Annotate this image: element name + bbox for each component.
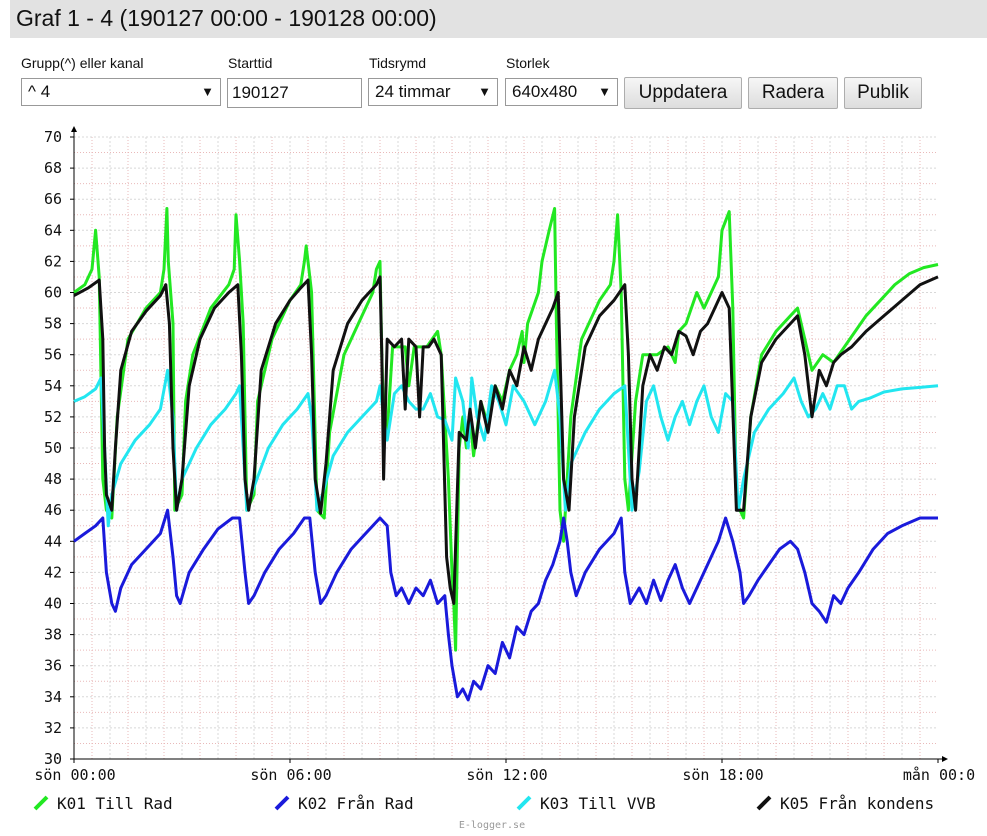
y-tick-label: 58 [44,315,62,333]
y-tick-label: 64 [44,221,62,239]
y-tick-label: 44 [44,532,62,550]
size-select-value: 640x480 [512,82,578,101]
y-tick-label: 66 [44,190,62,208]
legend-swatch [756,795,772,811]
y-tick-label: 70 [44,128,62,146]
group-select-value: ^ 4 [28,82,51,101]
y-tick-label: 34 [44,688,62,706]
public-button[interactable]: Publik [844,77,922,109]
size-label: Storlek [506,55,550,71]
legend-label: K03 Till VVB [540,794,656,813]
start-time-input[interactable]: 190127 [227,78,362,108]
group-select[interactable]: ^ 4 ▼ [21,78,221,106]
update-button[interactable]: Uppdatera [624,77,742,109]
y-tick-label: 54 [44,377,62,395]
y-tick-label: 60 [44,284,62,302]
legend-swatch [33,795,49,811]
chevron-down-icon: ▼ [478,84,491,99]
size-select[interactable]: 640x480 ▼ [505,78,618,106]
chevron-down-icon: ▼ [598,84,611,99]
x-tick-label: mån 00:0 [903,766,975,784]
y-tick-label: 56 [44,346,62,364]
line-chart: 3032343638404244464850525456586062646668… [33,126,975,831]
y-tick-label: 62 [44,252,62,270]
legend-label: K01 Till Rad [57,794,173,813]
start-label: Starttid [228,55,273,71]
y-tick-label: 46 [44,501,62,519]
x-tick-label: sön 12:00 [466,766,547,784]
x-tick-label: sön 18:00 [682,766,763,784]
legend-label: K05 Från kondens [780,794,934,813]
page-title: Graf 1 - 4 (190127 00:00 - 190128 00:00) [16,5,437,31]
x-axis-arrow [942,756,948,762]
range-select-value: 24 timmar [375,82,451,101]
group-label: Grupp(^) eller kanal [21,55,144,71]
y-tick-label: 36 [44,657,62,675]
chevron-down-icon: ▼ [201,84,214,99]
y-tick-label: 38 [44,626,62,644]
y-tick-label: 50 [44,439,62,457]
y-tick-label: 68 [44,159,62,177]
y-tick-label: 32 [44,719,62,737]
y-tick-label: 48 [44,470,62,488]
title-bar: Graf 1 - 4 (190127 00:00 - 190128 00:00) [10,0,987,38]
legend-label: K02 Från Rad [298,794,414,813]
y-tick-label: 42 [44,563,62,581]
range-select[interactable]: 24 timmar ▼ [368,78,498,106]
y-tick-label: 52 [44,408,62,426]
range-label: Tidsrymd [369,55,427,71]
legend-swatch [274,795,290,811]
legend-swatch [516,795,532,811]
y-tick-label: 40 [44,595,62,613]
credit-text: E-logger.se [459,820,525,831]
x-tick-label: sön 00:00 [34,766,115,784]
y-axis-arrow [71,126,77,132]
x-tick-label: sön 06:00 [250,766,331,784]
delete-button[interactable]: Radera [748,77,838,109]
